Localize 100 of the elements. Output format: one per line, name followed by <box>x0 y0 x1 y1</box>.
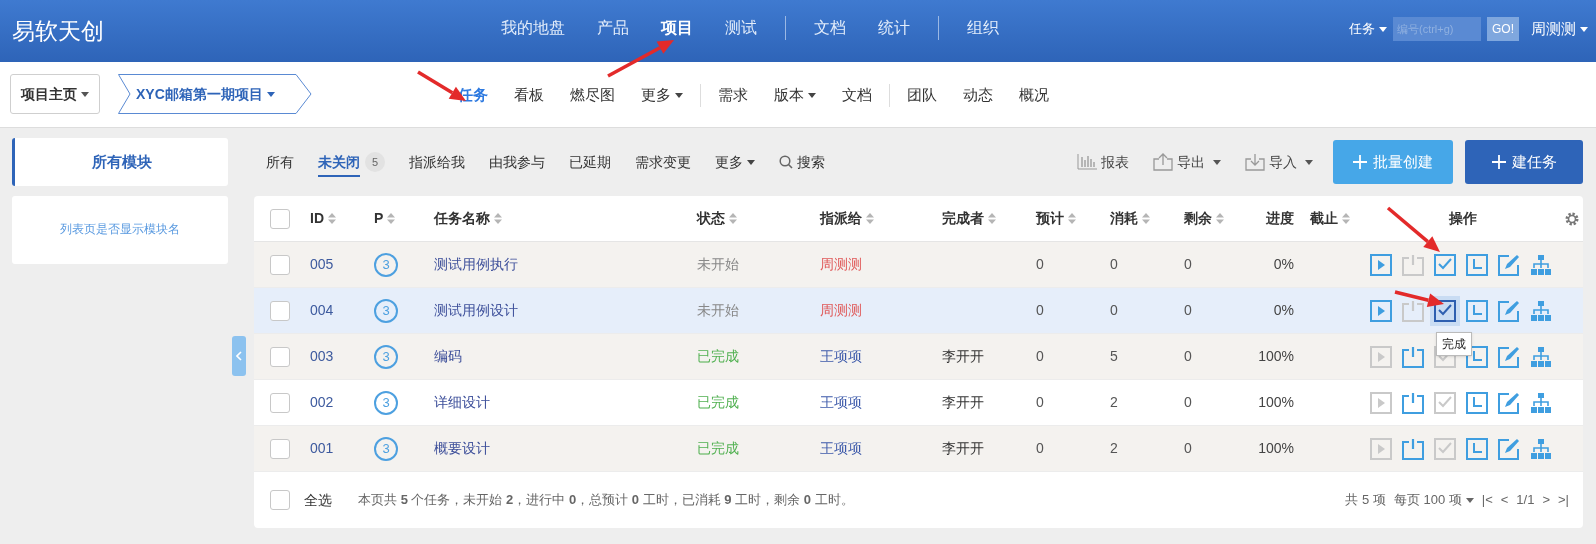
activate-button[interactable] <box>1402 437 1424 460</box>
task-row[interactable]: 001 3 概要设计 已完成 王项项 李开开 0 2 0 100% <box>254 426 1583 472</box>
project-nav-link[interactable]: 团队 <box>894 84 950 107</box>
project-nav-link[interactable]: 需求 <box>705 84 761 107</box>
play-icon <box>1370 299 1392 322</box>
nav-link[interactable]: 项目 <box>645 16 709 40</box>
task-id[interactable]: 004 <box>310 302 334 318</box>
column-header[interactable]: 截止 <box>1310 208 1350 229</box>
module-item[interactable]: 所有模块 <box>12 138 228 186</box>
task-name-link[interactable]: 详细设计 <box>434 394 490 410</box>
log-time-button[interactable] <box>1466 253 1488 276</box>
per-page-dropdown[interactable]: 每页 100 项 <box>1393 490 1474 510</box>
column-header[interactable]: P <box>374 208 396 229</box>
log-time-button[interactable] <box>1466 299 1488 322</box>
checkbox[interactable] <box>270 300 290 321</box>
start-button[interactable] <box>1370 253 1392 276</box>
chevron-left-icon <box>236 351 242 361</box>
edit-icon <box>1498 345 1520 368</box>
edit-button[interactable] <box>1498 299 1520 322</box>
hierarchy-icon <box>1530 391 1552 414</box>
task-id[interactable]: 001 <box>310 440 334 456</box>
subtask-button[interactable] <box>1530 253 1552 276</box>
filter-tab[interactable]: 更多 <box>703 146 767 178</box>
collapse-sidebar-button[interactable] <box>232 336 246 376</box>
log-time-button[interactable] <box>1466 345 1488 368</box>
finish-button[interactable] <box>1434 253 1456 276</box>
checkbox[interactable] <box>270 438 290 459</box>
filter-tab[interactable]: 所有 <box>254 146 306 178</box>
edit-button[interactable] <box>1498 345 1520 368</box>
last-page-button[interactable]: >| <box>1558 490 1569 510</box>
edit-icon <box>1498 299 1520 322</box>
activate-button[interactable] <box>1402 345 1424 368</box>
task-row[interactable]: 005 3 测试用例执行 未开始 周测测 0 0 0 0% <box>254 242 1583 288</box>
project-nav-link[interactable]: 动态 <box>950 84 1006 107</box>
task-id[interactable]: 002 <box>310 394 334 410</box>
nav-link[interactable]: 文档 <box>798 16 862 40</box>
project-nav-link[interactable]: 更多 <box>628 84 701 107</box>
task-id[interactable]: 005 <box>310 256 334 272</box>
logo[interactable]: 易软天创 <box>12 14 104 49</box>
log-time-button[interactable] <box>1466 437 1488 460</box>
project-nav-link[interactable]: 看板 <box>501 84 557 107</box>
column-header[interactable]: 指派给 <box>820 208 874 229</box>
checkbox[interactable] <box>270 392 290 413</box>
filter-tab[interactable]: 由我参与 <box>477 146 557 178</box>
search-icon <box>779 155 793 169</box>
breadcrumb-dropdown[interactable]: 项目主页 <box>10 74 100 114</box>
nav-link[interactable]: 我的地盘 <box>485 16 581 40</box>
project-nav-link[interactable]: 概况 <box>1006 84 1062 107</box>
subtask-button[interactable] <box>1530 345 1552 368</box>
task-name-link[interactable]: 测试用例设计 <box>434 302 518 318</box>
previous-page-button[interactable]: < <box>1500 490 1509 510</box>
export-button[interactable]: 导出 <box>1145 142 1229 182</box>
import-button[interactable]: 导入 <box>1237 142 1321 182</box>
search-type-dropdown[interactable]: 任务 <box>1349 19 1387 39</box>
nav-link[interactable]: 产品 <box>581 16 645 40</box>
search-link[interactable]: 搜索 <box>767 151 837 173</box>
activate-button[interactable] <box>1402 391 1424 414</box>
column-header[interactable]: 完成者 <box>942 208 996 229</box>
caret-icon <box>1305 159 1313 165</box>
first-page-button[interactable]: |< <box>1481 490 1493 510</box>
select-all-label[interactable]: 全选 <box>304 489 332 511</box>
subtask-button[interactable] <box>1530 391 1552 414</box>
project-nav-link[interactable]: 燃尽图 <box>557 84 628 107</box>
checkbox[interactable] <box>270 346 290 367</box>
nav-link[interactable]: 统计 <box>862 16 939 40</box>
filter-tab[interactable]: 已延期 <box>557 146 623 178</box>
next-page-button[interactable]: > <box>1542 490 1551 510</box>
column-header[interactable]: 状态 <box>697 208 737 229</box>
log-time-button[interactable] <box>1466 391 1488 414</box>
column-header[interactable]: ID <box>310 208 336 229</box>
power-icon <box>1402 345 1424 368</box>
nav-link[interactable]: 测试 <box>709 16 786 40</box>
edit-button[interactable] <box>1498 437 1520 460</box>
checkbox[interactable] <box>270 490 290 510</box>
nav-link[interactable]: 组织 <box>951 16 1015 40</box>
edit-button[interactable] <box>1498 253 1520 276</box>
edit-button[interactable] <box>1498 391 1520 414</box>
column-header[interactable]: 预计 <box>1036 208 1076 229</box>
subtask-button[interactable] <box>1530 437 1552 460</box>
filter-tab[interactable]: 需求变更 <box>623 146 703 178</box>
column-header[interactable]: 剩余 <box>1184 208 1224 229</box>
subtask-button[interactable] <box>1530 299 1552 322</box>
task-name-link[interactable]: 概要设计 <box>434 440 490 456</box>
column-header[interactable]: 消耗 <box>1110 208 1150 229</box>
start-button[interactable] <box>1370 299 1392 322</box>
create-task-button[interactable]: 建任务 <box>1465 140 1583 184</box>
task-name-link[interactable]: 测试用例执行 <box>434 256 518 272</box>
report-button[interactable]: 报表 <box>1069 142 1137 182</box>
column-header: 进度 <box>1266 209 1294 228</box>
filter-tab[interactable]: 指派给我 <box>397 146 477 178</box>
project-nav-link[interactable]: 版本 <box>761 84 829 107</box>
user-menu[interactable]: 周测测 <box>1531 17 1588 41</box>
checkbox[interactable] <box>270 208 290 229</box>
project-nav-link[interactable]: 文档 <box>829 84 890 107</box>
column-header[interactable]: 任务名称 <box>434 208 502 229</box>
sort-icon <box>988 213 996 224</box>
checkbox[interactable] <box>270 254 290 275</box>
checkbox-icon <box>1434 253 1456 276</box>
filter-tab[interactable]: 未关闭 5 <box>306 146 397 178</box>
project-dropdown[interactable]: XYC邮箱第一期项目 <box>118 74 312 114</box>
